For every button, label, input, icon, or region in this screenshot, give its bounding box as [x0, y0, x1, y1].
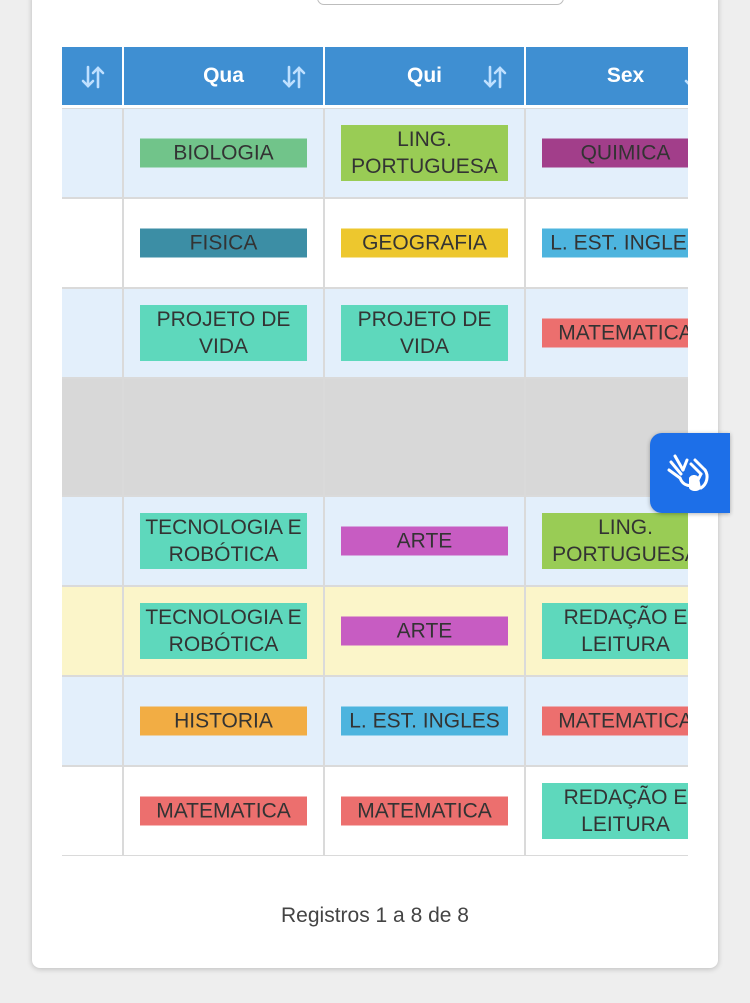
accessibility-button[interactable]: [650, 433, 730, 513]
sort-arrows-icon[interactable]: [281, 64, 307, 90]
schedule-cell: MATEMATICA: [525, 676, 688, 766]
subject-label: L. EST. INGLES: [542, 228, 688, 258]
schedule-cell: GEOGRAFIA: [324, 198, 525, 288]
schedule-cell: PROJETO DE VIDA: [324, 288, 525, 378]
subject-label: REDAÇÃO E LEITURA: [542, 783, 688, 839]
subject-label: REDAÇÃO E LEITURA: [542, 603, 688, 659]
subject-label: ARTE: [341, 526, 508, 556]
schedule-cell: [62, 378, 123, 496]
schedule-cell: LING. PORTUGUESA: [324, 108, 525, 198]
subject-label: PROJETO DE VIDA: [341, 305, 508, 361]
schedule-cell: ARTE: [324, 496, 525, 586]
column-header-qui[interactable]: Qui: [324, 46, 525, 106]
schedule-cell: PROJETO DE VIDA: [123, 288, 324, 378]
schedule-cell: [62, 108, 123, 198]
schedule-cell: [62, 766, 123, 856]
search-input[interactable]: [317, 0, 564, 5]
column-header-qua[interactable]: Qua: [123, 46, 324, 106]
schedule-cell: FISICA: [123, 198, 324, 288]
subject-label: MATEMATICA: [341, 796, 508, 826]
subject-label: FISICA: [140, 228, 307, 258]
column-header-label: Sex: [606, 64, 645, 87]
schedule-cell: REDAÇÃO E LEITURA: [525, 586, 688, 676]
schedule-cell: QUIMICA: [525, 108, 688, 198]
sort-arrows-icon[interactable]: [80, 64, 106, 90]
column-header-ter[interactable]: Ter: [62, 46, 123, 106]
subject-label: MATEMATICA: [542, 706, 688, 736]
subject-label: PROJETO DE VIDA: [140, 305, 307, 361]
schedule-cell: HISTORIA: [123, 676, 324, 766]
subject-label: MATEMATICA: [140, 796, 307, 826]
schedule-cell: [324, 378, 525, 496]
column-header-sex[interactable]: Sex: [525, 46, 688, 106]
schedule-table-viewport[interactable]: TerQuaQuiSexSabBIOLOGIALING. PORTUGUESAQ…: [62, 46, 688, 858]
schedule-cell: [62, 288, 123, 378]
subject-label: LING. PORTUGUESA: [542, 513, 688, 569]
schedule-cell: [62, 676, 123, 766]
schedule-cell: BIOLOGIA: [123, 108, 324, 198]
sort-arrows-icon[interactable]: [482, 64, 508, 90]
schedule-cell: [123, 378, 324, 496]
subject-label: BIOLOGIA: [140, 138, 307, 168]
subject-label: GEOGRAFIA: [341, 228, 508, 258]
schedule-cell: MATEMATICA: [525, 288, 688, 378]
subject-label: LING. PORTUGUESA: [341, 125, 508, 181]
schedule-cell: [62, 586, 123, 676]
subject-label: HISTORIA: [140, 706, 307, 736]
schedule-cell: MATEMATICA: [324, 766, 525, 856]
sign-language-hands-icon: [667, 454, 709, 491]
subject-label: L. EST. INGLES: [341, 706, 508, 736]
schedule-cell: TECNOLOGIA E ROBÓTICA: [123, 586, 324, 676]
schedule-cell: TECNOLOGIA E ROBÓTICA: [123, 496, 324, 586]
records-info: Registros 1 a 8 de 8: [281, 904, 469, 927]
schedule-cell: MATEMATICA: [123, 766, 324, 856]
subject-label: MATEMATICA: [542, 318, 688, 348]
schedule-cell: ARTE: [324, 586, 525, 676]
subject-label: ARTE: [341, 616, 508, 646]
schedule-cell: [62, 496, 123, 586]
schedule-cell: L. EST. INGLES: [525, 198, 688, 288]
schedule-cell: [62, 198, 123, 288]
schedule-cell: L. EST. INGLES: [324, 676, 525, 766]
sort-arrows-icon[interactable]: [683, 64, 688, 90]
subject-label: TECNOLOGIA E ROBÓTICA: [140, 513, 307, 569]
schedule-cell: REDAÇÃO E LEITURA: [525, 766, 688, 856]
subject-label: QUIMICA: [542, 138, 688, 168]
subject-label: TECNOLOGIA E ROBÓTICA: [140, 603, 307, 659]
